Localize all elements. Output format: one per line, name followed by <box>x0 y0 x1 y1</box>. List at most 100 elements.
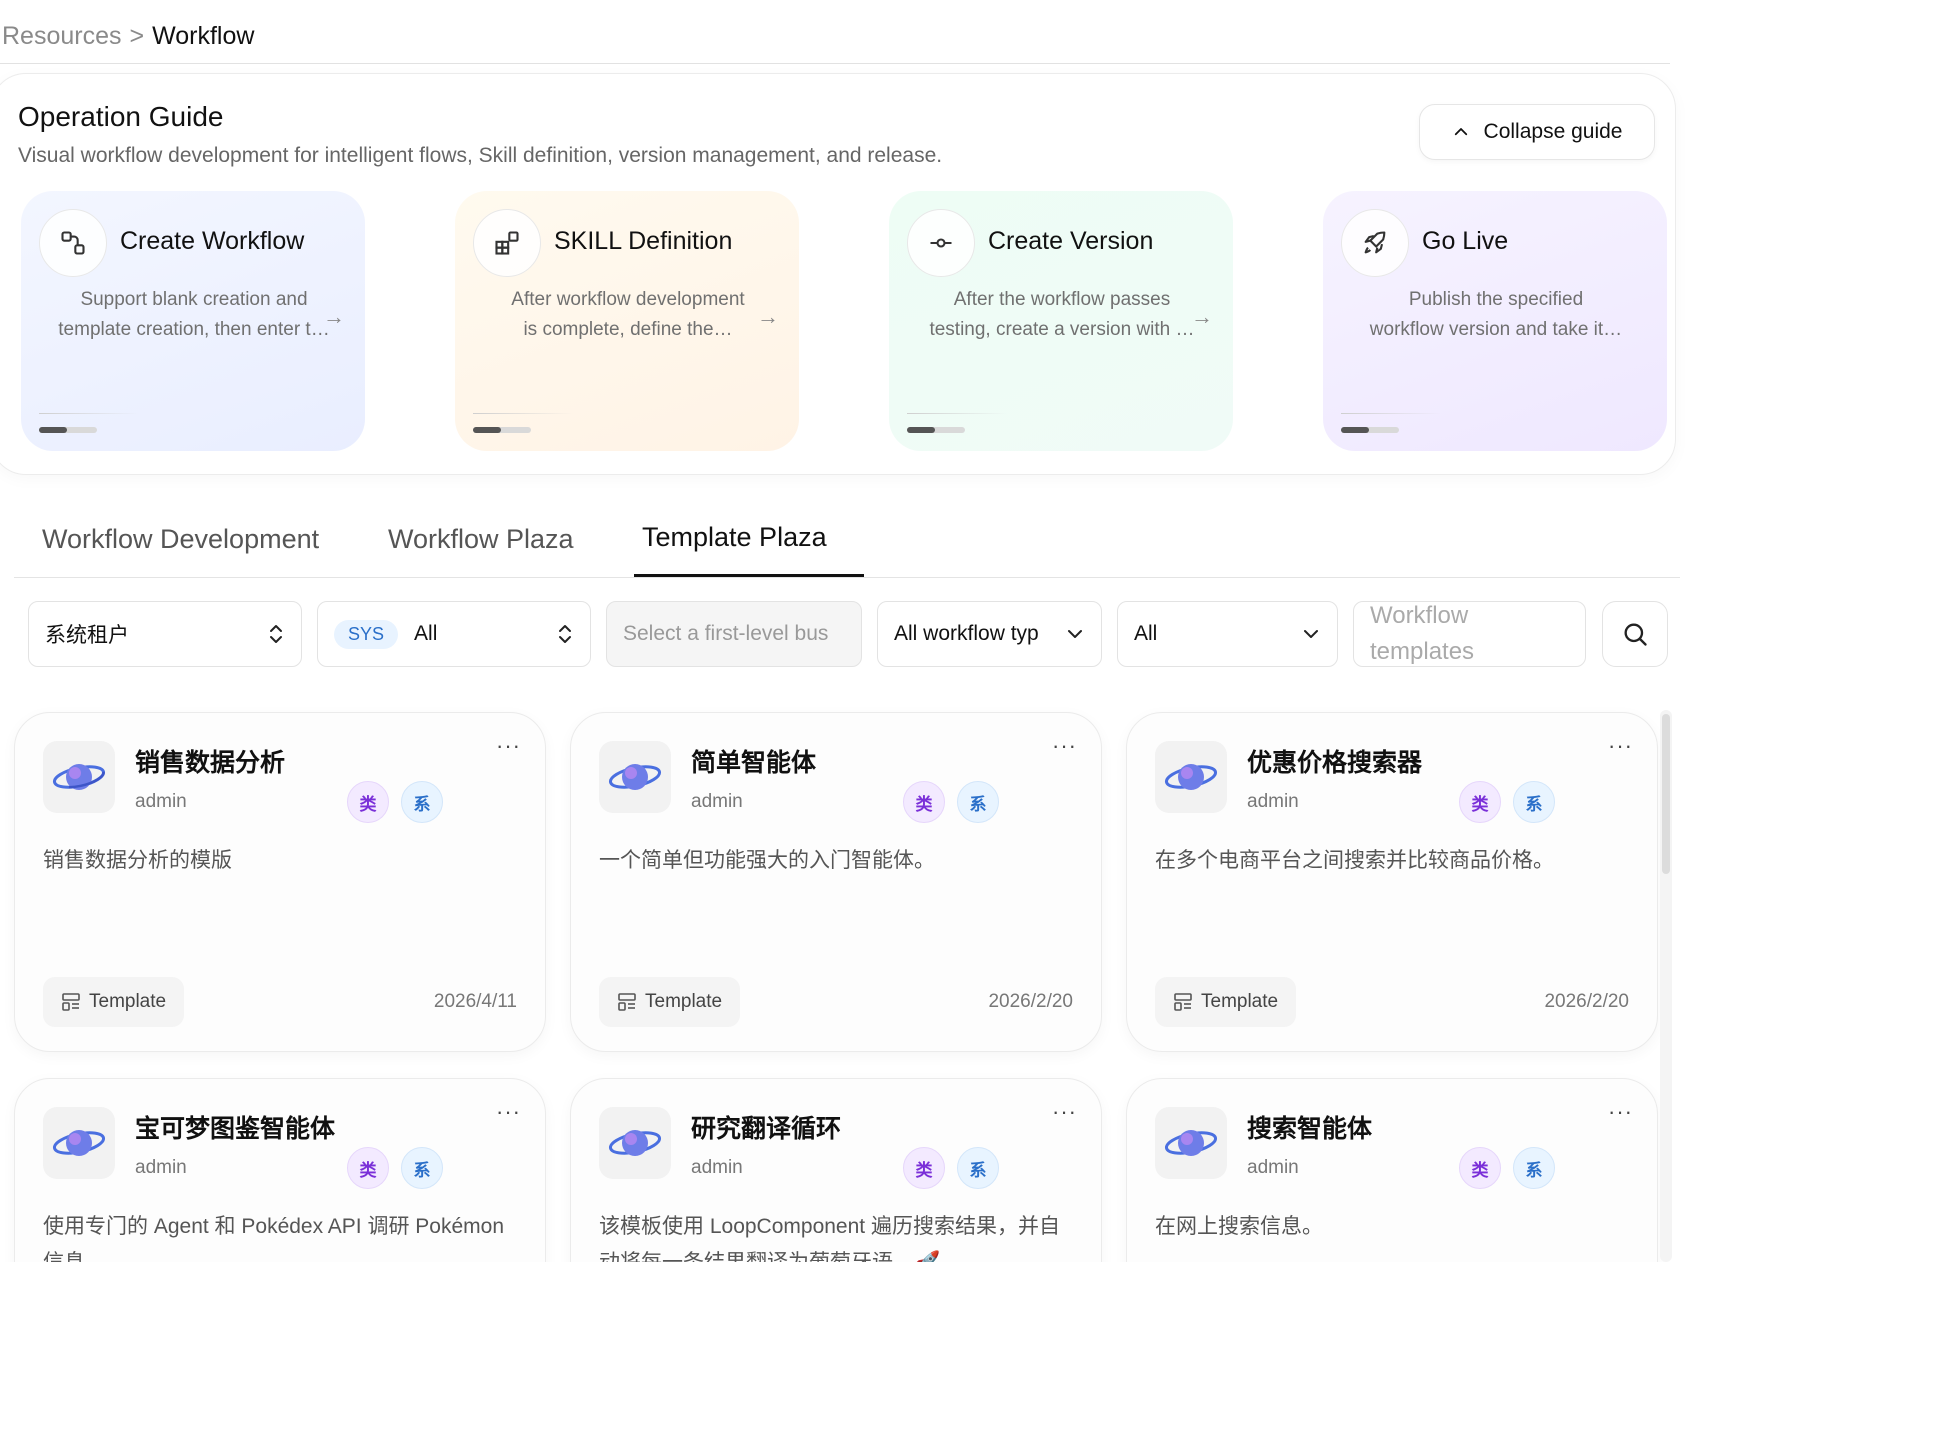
template-description: 使用专门的 Agent 和 Pokédex API 调研 Pokémon 信息 <box>43 1215 505 1262</box>
template-title: 搜索智能体 <box>1247 1115 1373 1143</box>
step-description: After workflow development is complete, d… <box>511 289 745 340</box>
template-title: 宝可梦图鉴智能体 <box>135 1115 336 1143</box>
status-select[interactable]: All <box>1117 601 1338 667</box>
category-chip: 类 <box>1459 1147 1501 1189</box>
workflow-icon <box>39 209 107 277</box>
workflow-type-select[interactable]: All workflow typ <box>877 601 1102 667</box>
template-description: 在网上搜索信息。 <box>1155 1215 1323 1238</box>
guide-step-create-workflow[interactable]: Create Workflow Support blank creation a… <box>21 191 365 451</box>
chevron-updown-icon <box>559 625 571 643</box>
guide-step-go-live[interactable]: Go Live Publish the specified workflow ve… <box>1323 191 1667 451</box>
template-card[interactable]: 搜索智能体 admin ··· 类 系 在网上搜索信息。 <box>1126 1078 1658 1262</box>
scope-select-value: All <box>414 622 438 645</box>
guide-title: Operation Guide <box>18 101 224 132</box>
chevron-down-icon <box>1068 630 1082 638</box>
template-description: 在多个电商平台之间搜索并比较商品价格。 <box>1155 849 1554 872</box>
search-button[interactable] <box>1602 601 1668 667</box>
step-description: After the workflow passes testing, create… <box>929 289 1195 340</box>
planet-logo-icon <box>1164 1130 1218 1156</box>
step-arrow-icon: → <box>757 304 779 329</box>
step-title: Go Live <box>1422 227 1509 255</box>
template-card[interactable]: 研究翻译循环 admin ··· 类 系 该模板使用 LoopComponent… <box>570 1078 1102 1262</box>
category-chip: 类 <box>1459 781 1501 823</box>
step-divider <box>39 413 139 414</box>
tenant-select[interactable]: 系统租户 <box>28 601 302 667</box>
template-avatar <box>1155 1107 1227 1179</box>
more-options-icon[interactable]: ··· <box>496 733 521 759</box>
scope-select[interactable]: SYS All <box>317 601 591 667</box>
template-avatar <box>599 741 671 813</box>
guide-step-skill-definition[interactable]: SKILL Definition After workflow developm… <box>455 191 799 451</box>
template-title: 销售数据分析 <box>135 749 286 777</box>
more-options-icon[interactable]: ··· <box>1052 733 1077 759</box>
template-card-grid: 销售数据分析 admin ··· 类 系 销售数据分析的模版 Template … <box>0 700 1680 1262</box>
chevron-down-icon <box>1304 630 1318 638</box>
template-tag: Template <box>1155 977 1297 1027</box>
template-date: 2026/4/11 <box>433 991 517 1012</box>
template-avatar <box>1155 741 1227 813</box>
system-chip: 系 <box>1513 781 1555 823</box>
business-category-placeholder: Select a first-level bus <box>623 622 829 645</box>
tab-workflow-development[interactable]: Workflow Development <box>42 524 319 555</box>
step-title: SKILL Definition <box>554 227 733 255</box>
breadcrumb-divider <box>0 63 1670 64</box>
template-title: 简单智能体 <box>691 749 817 777</box>
guide-subtitle: Visual workflow development for intellig… <box>18 144 943 167</box>
step-arrow-icon: → <box>323 304 345 329</box>
step-divider <box>907 413 1007 414</box>
template-title: 研究翻译循环 <box>691 1115 842 1143</box>
template-author: admin <box>1247 1157 1299 1178</box>
template-title: 优惠价格搜索器 <box>1247 749 1423 777</box>
step-title: Create Version <box>988 227 1154 255</box>
breadcrumb-current: Workflow <box>152 22 255 50</box>
template-date: 2026/2/20 <box>988 991 1073 1012</box>
template-icon <box>618 993 636 1011</box>
template-card[interactable]: 简单智能体 admin ··· 类 系 一个简单但功能强大的入门智能体。 Tem… <box>570 712 1102 1052</box>
sys-badge: SYS <box>334 619 399 649</box>
template-card[interactable]: 销售数据分析 admin ··· 类 系 销售数据分析的模版 Template … <box>14 712 546 1052</box>
collapse-guide-label: Collapse guide <box>1483 120 1623 143</box>
template-date: 2026/2/20 <box>1544 991 1629 1012</box>
template-author: admin <box>691 1157 743 1178</box>
planet-logo-icon <box>608 1130 662 1156</box>
template-tag: Template <box>43 977 185 1027</box>
tenant-select-value: 系统租户 <box>45 624 129 647</box>
planet-logo-icon <box>52 1130 106 1156</box>
step-progress <box>473 427 531 433</box>
card-grid-scrollbar[interactable] <box>1660 710 1672 1262</box>
tab-workflow-plaza[interactable]: Workflow Plaza <box>388 524 574 555</box>
step-progress <box>907 427 965 433</box>
planet-logo-icon <box>52 764 106 790</box>
template-icon <box>1174 993 1192 1011</box>
search-input[interactable]: Workflow templates <box>1353 601 1586 667</box>
step-description: Publish the specified workflow version an… <box>1369 289 1623 340</box>
template-avatar <box>599 1107 671 1179</box>
business-category-select[interactable]: Select a first-level bus <box>606 601 862 667</box>
more-options-icon[interactable]: ··· <box>1608 733 1633 759</box>
scrollbar-thumb[interactable] <box>1662 714 1670 874</box>
system-chip: 系 <box>957 781 999 823</box>
system-chip: 系 <box>401 1147 443 1189</box>
workflow-type-value: All workflow typ <box>894 622 1039 645</box>
template-card[interactable]: 优惠价格搜索器 admin ··· 类 系 在多个电商平台之间搜索并比较商品价格… <box>1126 712 1658 1052</box>
tab-template-plaza[interactable]: Template Plaza <box>642 522 827 553</box>
more-options-icon[interactable]: ··· <box>1052 1099 1077 1125</box>
template-card[interactable]: 宝可梦图鉴智能体 admin ··· 类 系 使用专门的 Agent 和 Pok… <box>14 1078 546 1262</box>
operation-guide-panel: Operation Guide Visual workflow developm… <box>0 73 1676 475</box>
guide-step-create-version[interactable]: Create Version After the workflow passes… <box>889 191 1233 451</box>
collapse-guide-button[interactable]: Collapse guide <box>1419 104 1655 160</box>
more-options-icon[interactable]: ··· <box>496 1099 521 1125</box>
step-progress <box>39 427 97 433</box>
step-title: Create Workflow <box>120 227 305 255</box>
chevron-up-icon <box>1454 128 1467 136</box>
blocks-icon <box>473 209 541 277</box>
search-placeholder: Workflow templates <box>1370 602 1475 665</box>
template-author: admin <box>135 1157 187 1178</box>
category-chip: 类 <box>903 1147 945 1189</box>
step-divider <box>473 413 573 414</box>
step-description: Support blank creation and template creat… <box>58 289 330 340</box>
template-avatar <box>43 1107 115 1179</box>
more-options-icon[interactable]: ··· <box>1608 1099 1633 1125</box>
planet-logo-icon <box>608 764 662 790</box>
breadcrumb-parent[interactable]: Resources <box>2 22 122 50</box>
